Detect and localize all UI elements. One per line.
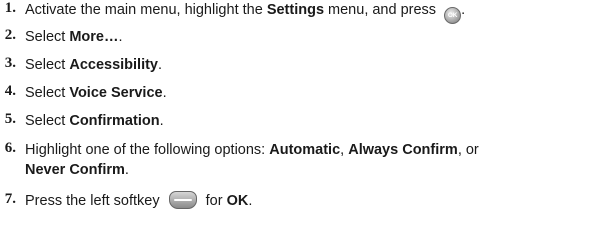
step-text: Select More…. bbox=[25, 29, 123, 45]
step-number: 4. bbox=[4, 83, 16, 99]
menu-name: More… bbox=[69, 29, 119, 45]
option-automatic: Automatic bbox=[269, 142, 341, 158]
step-text: Select Confirmation. bbox=[25, 113, 164, 129]
option-always-confirm: Always Confirm bbox=[348, 142, 458, 158]
menu-name: Settings bbox=[266, 2, 325, 18]
menu-name: Voice Service bbox=[69, 85, 163, 101]
step-number: 2. bbox=[4, 27, 16, 43]
step-number: 6. bbox=[4, 140, 16, 156]
left-softkey-icon bbox=[168, 191, 197, 209]
step-number: 3. bbox=[4, 55, 16, 71]
option-never-confirm: Never Confirm bbox=[25, 162, 125, 178]
ok-key-icon: OK bbox=[444, 7, 462, 24]
step-number: 5. bbox=[4, 111, 16, 127]
step-text: Activate the main menu, highlight the Se… bbox=[25, 0, 465, 24]
step-number: 1. bbox=[4, 0, 16, 16]
menu-name: Confirmation bbox=[69, 113, 160, 129]
step-text: Select Voice Service. bbox=[25, 85, 167, 101]
step-number: 7. bbox=[4, 191, 16, 207]
step-text-continued: Never Confirm. bbox=[25, 162, 129, 178]
step-text: Select Accessibility. bbox=[25, 57, 163, 73]
step-text: Press the left softkey for OK. bbox=[25, 191, 253, 209]
step-text: Highlight one of the following options: … bbox=[25, 142, 479, 158]
menu-name: Accessibility bbox=[69, 57, 159, 73]
softkey-label: OK bbox=[226, 193, 249, 209]
